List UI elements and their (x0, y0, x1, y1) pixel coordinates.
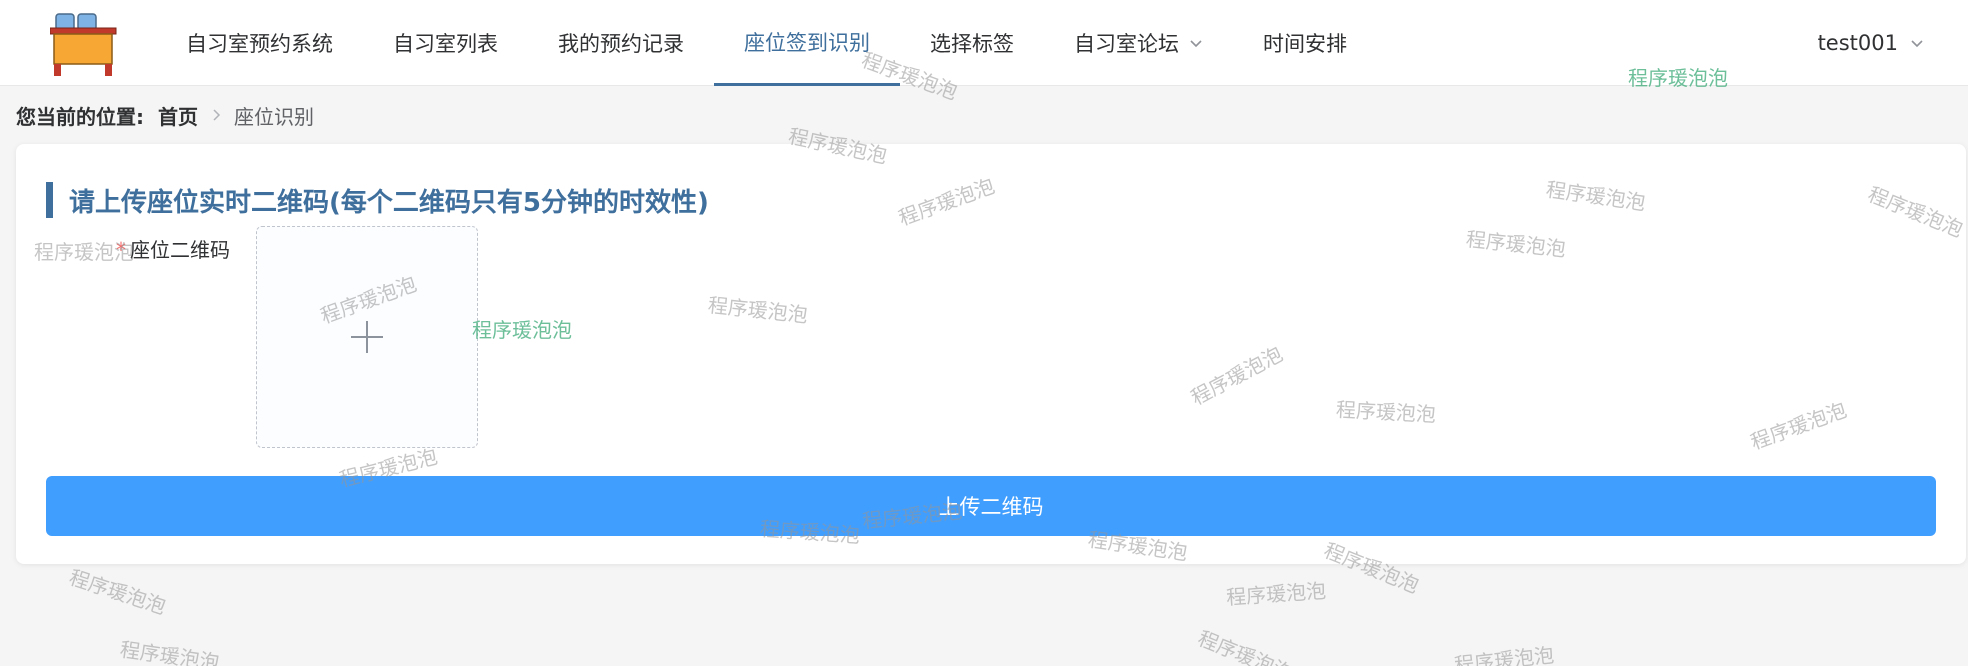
nav-item-seat-checkin[interactable]: 座位签到识别 (714, 0, 900, 86)
upload-card: 请上传座位实时二维码(每个二维码只有5分钟的时效性) * 座位二维码 上传二维码 (16, 144, 1966, 564)
nav-item-forum[interactable]: 自习室论坛 (1044, 0, 1233, 86)
seat-qrcode-label: * 座位二维码 (116, 238, 230, 262)
breadcrumb-home-link[interactable]: 首页 (158, 101, 198, 130)
required-mark: * (116, 238, 126, 262)
watermark: 程序瑗泡泡 (66, 565, 169, 619)
chevron-down-icon (1911, 40, 1923, 48)
nav-item-select-tags[interactable]: 选择标签 (900, 0, 1044, 86)
chevron-right-icon (213, 109, 221, 121)
qrcode-uploader[interactable] (256, 226, 478, 448)
upload-qrcode-button[interactable]: 上传二维码 (46, 476, 1936, 536)
breadcrumb-prefix: 您当前的位置: (16, 104, 144, 129)
breadcrumb-current: 座位识别 (234, 104, 314, 129)
plus-icon (351, 321, 383, 353)
nav-item-system[interactable]: 自习室预约系统 (156, 0, 363, 86)
top-header: 自习室预约系统 自习室列表 我的预约记录 座位签到识别 选择标签 自习室论坛 时… (0, 0, 1968, 86)
breadcrumb: 您当前的位置: 首页 座位识别 (16, 100, 314, 130)
nav-item-my-bookings[interactable]: 我的预约记录 (528, 0, 714, 86)
chevron-down-icon (1190, 40, 1202, 48)
main-nav: 自习室预约系统 自习室列表 我的预约记录 座位签到识别 选择标签 自习室论坛 时… (156, 0, 1377, 86)
watermark: 程序瑗泡泡 (1194, 626, 1297, 666)
study-desk-logo-icon[interactable] (50, 12, 118, 76)
card-title: 请上传座位实时二维码(每个二维码只有5分钟的时效性) (46, 182, 709, 218)
username: test001 (1817, 31, 1898, 55)
watermark: 程序瑗泡泡 (118, 637, 221, 666)
nav-item-room-list[interactable]: 自习室列表 (363, 0, 528, 86)
user-menu[interactable]: test001 (1818, 0, 1924, 86)
watermark: 程序瑗泡泡 (1225, 578, 1327, 610)
watermark: 程序瑗泡泡 (1453, 642, 1556, 666)
nav-item-schedule[interactable]: 时间安排 (1233, 0, 1377, 86)
